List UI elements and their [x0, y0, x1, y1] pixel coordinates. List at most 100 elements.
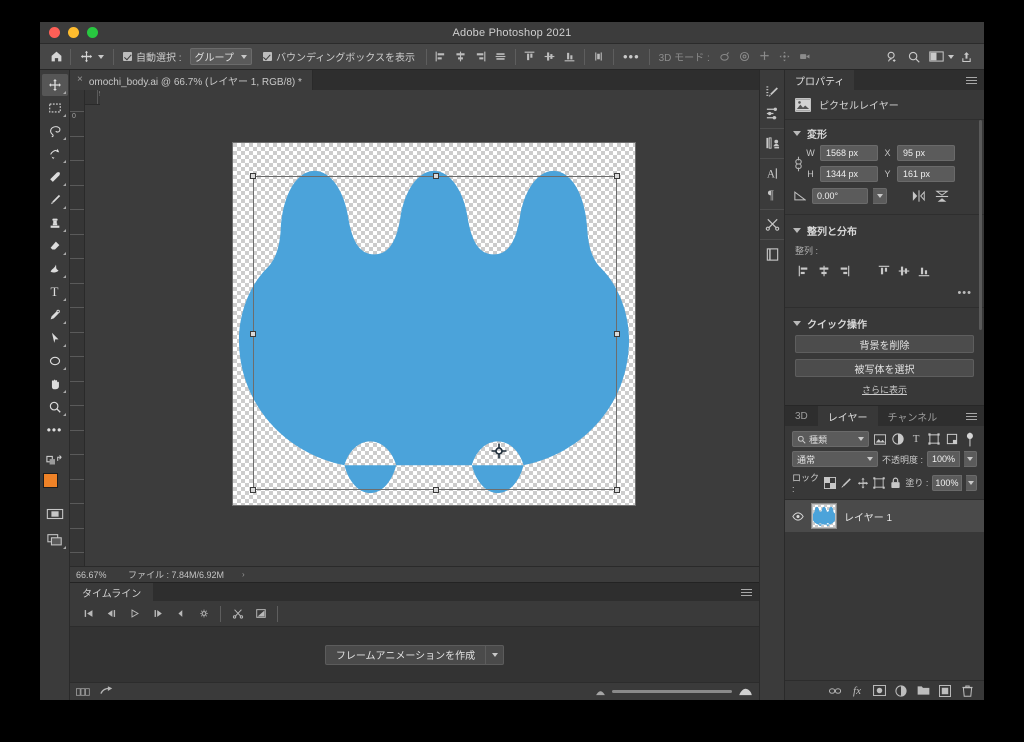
clone-stamp-tool[interactable] — [42, 212, 68, 234]
brush-settings-icon[interactable] — [761, 82, 783, 103]
auto-select-check-box[interactable] — [123, 52, 132, 61]
transform-selection-box[interactable] — [250, 173, 620, 493]
actions-icon[interactable] — [761, 214, 783, 235]
close-button[interactable] — [49, 27, 60, 38]
align-top-icon[interactable] — [875, 262, 893, 279]
layer-mask-icon[interactable] — [872, 684, 886, 698]
document-tab[interactable]: × omochi_body.ai @ 66.7% (レイヤー 1, RGB/8)… — [70, 70, 313, 90]
path-selection-tool[interactable] — [42, 327, 68, 349]
align-left-icon[interactable] — [431, 47, 451, 67]
fill-dropdown-icon[interactable] — [965, 474, 978, 491]
layer-style-icon[interactable]: fx — [850, 684, 864, 698]
show-bounding-box-checkbox[interactable]: バウンディングボックスを表示 — [258, 44, 420, 69]
move-tool-icon[interactable] — [75, 44, 109, 69]
y-input[interactable]: 161 px — [897, 166, 955, 182]
move-tool[interactable] — [41, 74, 68, 96]
align-bottom-icon[interactable] — [915, 262, 933, 279]
handle-middle-left[interactable] — [250, 331, 256, 337]
align-middle-icon[interactable] — [540, 47, 560, 67]
quick-actions-section-header[interactable]: クイック操作 — [785, 310, 984, 335]
object-selection-tool[interactable] — [42, 143, 68, 165]
align-section-header[interactable]: 整列と分布 — [785, 217, 984, 242]
quick-mask-icon[interactable] — [42, 503, 68, 525]
handle-bottom-right[interactable] — [614, 487, 620, 493]
workspace-caret-icon[interactable] — [948, 54, 954, 59]
audio-icon[interactable] — [170, 603, 191, 624]
rectangular-marquee-tool[interactable] — [42, 97, 68, 119]
align-middle-v-icon[interactable] — [491, 47, 511, 67]
more-options-button[interactable]: ••• — [618, 44, 645, 69]
transition-icon[interactable] — [250, 603, 271, 624]
pan-3d-icon[interactable] — [755, 47, 775, 67]
eye-icon[interactable] — [792, 511, 804, 521]
align-top-icon[interactable] — [520, 47, 540, 67]
tab-layers[interactable]: レイヤー — [817, 406, 878, 426]
type-tool[interactable]: T — [42, 281, 68, 303]
bounding-box-check-box[interactable] — [262, 52, 272, 61]
minimize-button[interactable] — [68, 27, 79, 38]
x-input[interactable]: 95 px — [897, 145, 955, 161]
timeline-zoom-slider[interactable] — [612, 690, 732, 693]
zoom-tool[interactable] — [42, 396, 68, 418]
link-layers-icon[interactable] — [828, 684, 842, 698]
horizontal-ruler[interactable]: 5004003002001000100200300400500600700800… — [85, 90, 100, 105]
next-frame-icon[interactable] — [147, 603, 168, 624]
status-expand-icon[interactable]: › — [242, 570, 245, 579]
layer-filter-dropdown[interactable]: 種類 — [792, 431, 870, 447]
align-right-icon[interactable] — [471, 47, 491, 67]
angle-dropdown-icon[interactable] — [873, 188, 887, 204]
zoom-in-icon[interactable] — [738, 683, 753, 701]
frame-view-icon[interactable] — [76, 683, 91, 701]
healing-brush-tool[interactable] — [42, 166, 68, 188]
paragraph-icon[interactable]: ¶ — [761, 184, 783, 205]
flip-horizontal-icon[interactable] — [910, 190, 928, 202]
go-to-first-frame-icon[interactable] — [78, 603, 99, 624]
lock-position-icon[interactable] — [857, 476, 869, 490]
align-middle-v-icon[interactable] — [895, 262, 913, 279]
distribute-icon[interactable] — [589, 47, 609, 67]
adjustment-layer-icon[interactable] — [894, 684, 908, 698]
vertical-ruler[interactable]: 0 — [70, 105, 85, 566]
character-icon[interactable]: A — [761, 163, 783, 184]
foreground-color-swatch[interactable] — [42, 473, 58, 488]
close-icon[interactable]: × — [77, 75, 83, 85]
lock-transparent-pixels-icon[interactable] — [824, 476, 837, 490]
screen-mode-icon[interactable] — [42, 529, 68, 551]
align-more-button[interactable]: ••• — [785, 287, 984, 305]
fill-value[interactable]: 100% — [932, 474, 962, 491]
smart-object-filter-icon[interactable] — [945, 431, 959, 447]
panel-menu-icon[interactable] — [966, 406, 984, 426]
remove-background-button[interactable]: 背景を削除 — [795, 335, 974, 353]
shape-filter-icon[interactable] — [927, 431, 941, 447]
brush-tool[interactable] — [42, 189, 68, 211]
adjustments-icon[interactable] — [761, 103, 783, 124]
chevron-down-icon[interactable] — [485, 645, 503, 664]
tab-3d[interactable]: 3D — [785, 406, 818, 426]
adjustment-filter-icon[interactable] — [891, 431, 905, 447]
new-group-icon[interactable] — [916, 684, 930, 698]
select-subject-button[interactable]: 被写体を選択 — [795, 359, 974, 377]
pen-tool[interactable] — [42, 304, 68, 326]
link-dimensions-icon[interactable] — [793, 153, 803, 175]
lock-all-icon[interactable] — [889, 476, 901, 490]
edit-toolbar-tool[interactable]: ••• — [42, 419, 68, 441]
move-tool-caret[interactable] — [98, 54, 104, 59]
layers-list[interactable]: レイヤー 1 — [785, 499, 984, 680]
angle-input[interactable]: 0.00° — [812, 188, 868, 204]
tab-timeline[interactable]: タイムライン — [70, 583, 154, 601]
blend-mode-dropdown[interactable]: 通常 — [792, 451, 878, 467]
align-center-h-icon[interactable] — [451, 47, 471, 67]
zoom-button[interactable] — [87, 27, 98, 38]
previous-frame-icon[interactable] — [101, 603, 122, 624]
transform-section-header[interactable]: 変形 — [785, 120, 984, 145]
slide-3d-icon[interactable] — [775, 47, 795, 67]
auto-select-checkbox[interactable]: 自動選択 : — [118, 44, 187, 69]
gradient-tool[interactable] — [42, 258, 68, 280]
align-left-icon[interactable] — [795, 262, 813, 279]
hand-tool[interactable] — [42, 373, 68, 395]
swap-colors-icon[interactable] — [42, 449, 68, 471]
workspace-icon[interactable] — [926, 47, 946, 67]
handle-bottom-center[interactable] — [433, 487, 439, 493]
color-swatches[interactable] — [42, 472, 68, 498]
height-input[interactable]: 1344 px — [820, 166, 878, 182]
